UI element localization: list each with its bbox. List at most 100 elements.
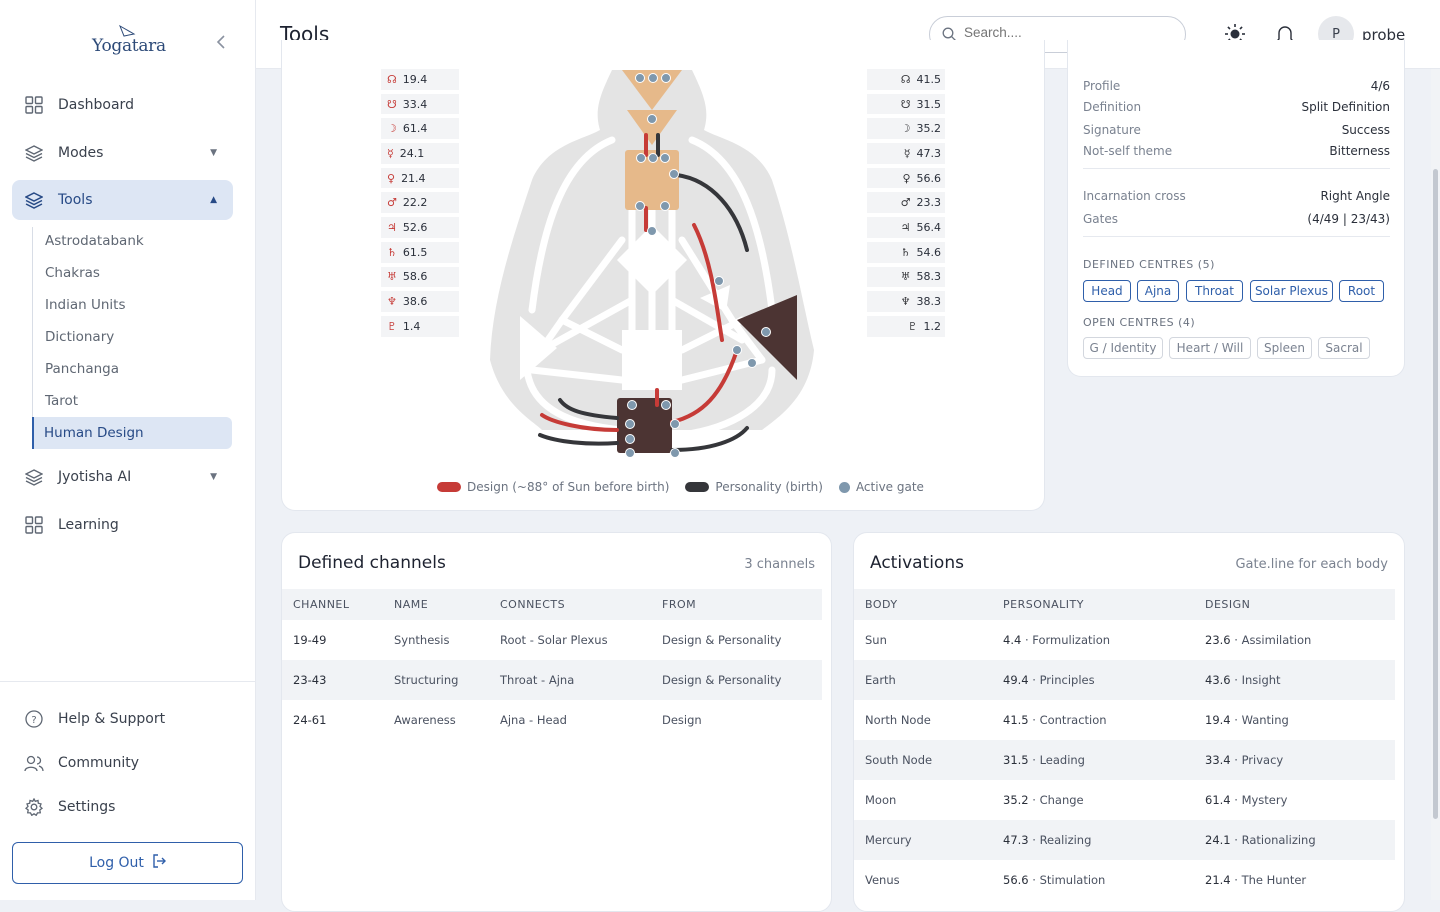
personality-planet-row: ♀ 56.6 [867, 167, 945, 189]
bodygraph-legend: Design (~88° of Sun before birth) Person… [437, 480, 924, 494]
design-planet-row: ♂ 22.2 [381, 192, 459, 214]
defined-chip-ajna[interactable]: Ajna [1137, 280, 1179, 302]
personality-planet-row: ☋ 31.5 [867, 93, 945, 115]
planet-glyph-icon: ♄ [900, 245, 911, 259]
table-row[interactable]: 23-43 Structuring Throat - Ajna Design & Pe… [282, 660, 822, 700]
table-row[interactable]: Venus 56.6 · Stimulation 21.4 · The Hunter [854, 860, 1395, 900]
nav-modes[interactable]: Modes ▼ [12, 133, 233, 173]
open-chip-g-identity[interactable]: G / Identity [1083, 337, 1163, 359]
table-row[interactable]: Sun 4.4 · Formulization 23.6 · Assimilatio… [854, 620, 1395, 660]
open-chip-spleen[interactable]: Spleen [1257, 337, 1312, 359]
users-icon [24, 753, 44, 773]
open-centres-label: OPEN CENTRES (4) [1083, 316, 1196, 329]
planet-gate: 31.5 [916, 97, 942, 111]
open-chip-sacral[interactable]: Sacral [1318, 337, 1370, 359]
table-row[interactable]: Moon 35.2 · Change 61.4 · Mystery [854, 780, 1395, 820]
nav-dashboard[interactable]: Dashboard [12, 85, 233, 125]
scrollbar-thumb[interactable] [1433, 169, 1438, 819]
planet-glyph-icon: ☽ [387, 122, 397, 136]
defined-chip-throat[interactable]: Throat [1186, 280, 1243, 302]
grid-icon [24, 95, 44, 115]
subnav-astrodatabank[interactable]: Astrodatabank [33, 225, 233, 257]
subnav-dictionary[interactable]: Dictionary [33, 321, 233, 353]
defined-channels-title: Defined channels [298, 553, 446, 573]
col-name: NAME [383, 589, 489, 620]
activations-title: Activations [870, 553, 964, 573]
table-row[interactable]: South Node 31.5 · Leading 33.4 · Privacy [854, 740, 1395, 780]
design-planet-row: ☋ 33.4 [381, 93, 459, 115]
design-planet-row: ♅ 58.6 [381, 266, 459, 288]
nav-community[interactable]: Community [12, 743, 233, 783]
subnav-indian-units[interactable]: Indian Units [33, 289, 233, 321]
planet-glyph-icon: ♂ [900, 196, 911, 210]
design-cell: 19.4 · Wanting [1205, 713, 1289, 727]
planet-gate: 47.3 [916, 146, 942, 160]
grid-icon [24, 515, 44, 535]
nav-learning[interactable]: Learning [12, 505, 233, 545]
planet-glyph-icon: ♆ [387, 295, 397, 309]
design-cell: 21.4 · The Hunter [1205, 873, 1307, 887]
defined-chip-root[interactable]: Root [1339, 280, 1384, 302]
col-design: DESIGN [1194, 589, 1395, 620]
personality-planet-row: ☽ 35.2 [867, 118, 945, 140]
table-row[interactable]: 19-49 Synthesis Root - Solar Plexus Design … [282, 620, 822, 660]
planet-gate: 58.6 [402, 270, 428, 284]
table-row[interactable]: North Node 41.5 · Contraction 19.4 · Wanti… [854, 700, 1395, 740]
gear-icon [24, 797, 44, 817]
planet-gate: 21.4 [401, 171, 426, 185]
info-divider [1083, 168, 1390, 169]
design-cell: 61.4 · Mystery [1205, 793, 1288, 807]
table-row[interactable]: 24-61 Awareness Ajna - Head Design [282, 700, 822, 740]
info-row-signature: Signature Success [1083, 123, 1390, 137]
design-swatch [437, 482, 461, 492]
app-logo[interactable]: Yogatara [90, 24, 170, 66]
nav-help-support[interactable]: ? Help & Support [12, 699, 233, 739]
subnav-panchanga[interactable]: Panchanga [33, 353, 233, 385]
info-divider [1083, 236, 1390, 237]
personality-cell: 56.6 · Stimulation [1003, 873, 1106, 887]
planet-glyph-icon: ♂ [387, 196, 397, 210]
search-input[interactable] [964, 25, 1164, 40]
subnav-human-design[interactable]: Human Design [32, 417, 232, 449]
personality-cell: 47.3 · Realizing [992, 820, 1194, 860]
personality-planet-row: ☊ 41.5 [867, 69, 945, 90]
planet-gate: 38.6 [402, 295, 428, 309]
planet-glyph-icon: ♃ [387, 220, 397, 234]
active-gate-swatch [838, 481, 850, 493]
planet-glyph-icon: ☽ [900, 122, 911, 136]
defined-chip-head[interactable]: Head [1083, 280, 1131, 302]
nav-settings[interactable]: Settings [12, 787, 233, 827]
layers-icon [24, 190, 44, 210]
planet-glyph-icon: ♀ [387, 171, 396, 185]
subnav-tarot[interactable]: Tarot [33, 385, 233, 417]
personality-planets-column: ☊ 41.5 ☋ 31.5 ☽ 35.2 ☿ 47.3 ♀ 56.6 ♂ 23.3 ♃ 56.4 ♄ 54.6… [867, 69, 945, 337]
planet-glyph-icon: ♇ [907, 319, 918, 333]
subnav-chakras[interactable]: Chakras [33, 257, 233, 289]
planet-glyph-icon: ☋ [387, 97, 397, 111]
logout-button[interactable]: Log Out [12, 842, 243, 884]
planet-glyph-icon: ♀ [902, 171, 911, 185]
planet-gate: 24.1 [399, 146, 425, 160]
defined-chip-solar-plexus[interactable]: Solar Plexus [1250, 280, 1333, 302]
design-planet-row: ☿ 24.1 [381, 143, 459, 164]
collapse-sidebar-icon[interactable] [216, 34, 226, 54]
bodygraph-card: ☊ 19.4 ☋ 33.4 ☽ 61.4 ☿ 24.1 ♀ 21.4 ♂ 22.2 ♃ 52.6 ♄ 61.5… [281, 40, 1045, 511]
design-planets-column: ☊ 19.4 ☋ 33.4 ☽ 61.4 ☿ 24.1 ♀ 21.4 ♂ 22.2 ♃ 52.6 ♄ 61.5… [381, 69, 459, 337]
table-row[interactable]: Earth 49.4 · Principles 43.6 · Insight [854, 660, 1395, 700]
nav-jyotisha-ai[interactable]: Jyotisha AI ▼ [12, 457, 233, 497]
nav-tools[interactable]: Tools ▲ [12, 180, 233, 220]
scrollbar[interactable] [1431, 69, 1440, 900]
planet-gate: 58.3 [916, 270, 942, 284]
planet-glyph-icon: ♆ [900, 295, 911, 309]
defined-channels-card: Defined channels 3 channels CHANNEL NAME… [281, 532, 832, 912]
personality-planet-row: ♅ 58.3 [867, 266, 945, 288]
personality-cell: 41.5 · Contraction [1003, 713, 1107, 727]
planet-gate: 1.4 [402, 319, 421, 333]
open-chip-heart-will[interactable]: Heart / Will [1169, 337, 1251, 359]
personality-planet-row: ☿ 47.3 [867, 143, 945, 164]
planet-gate: 19.4 [402, 72, 428, 86]
table-row[interactable]: Mercury 47.3 · Realizing 24.1 · Rationaliz… [854, 820, 1395, 860]
channels-table: CHANNEL NAME CONNECTS FROM 19-49 Synthesi… [282, 589, 822, 740]
planet-gate: 56.4 [916, 220, 942, 234]
body-cell: Moon [865, 793, 897, 807]
